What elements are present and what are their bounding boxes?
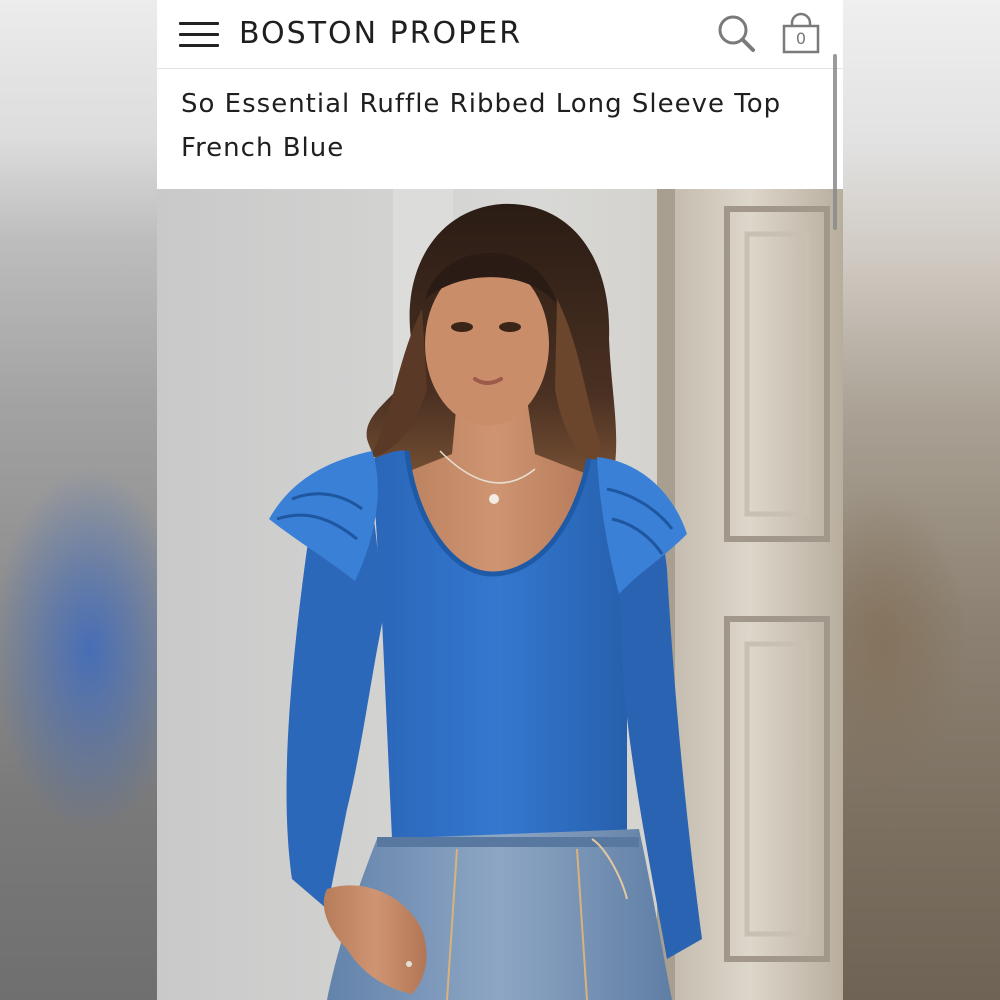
search-icon[interactable]: [715, 12, 759, 56]
cart-count: 0: [795, 29, 807, 48]
product-color-name: French Blue: [181, 133, 345, 163]
site-header: BOSTON PROPER 0: [157, 0, 843, 69]
product-heading: So Essential Ruffle Ribbed Long Sleeve T…: [157, 69, 843, 189]
product-title: So Essential Ruffle Ribbed Long Sleeve T…: [181, 89, 782, 119]
backdrop-right: [843, 0, 1000, 1000]
brand-logo[interactable]: BOSTON PROPER: [239, 16, 522, 51]
mobile-page: BOSTON PROPER 0 So Essential Ruffle Ribb…: [157, 0, 843, 1000]
shopping-bag-icon[interactable]: 0: [779, 12, 823, 56]
scrollbar[interactable]: [833, 54, 837, 230]
product-photo[interactable]: [157, 189, 843, 1000]
model-wearing-blue-ruffle-top: [157, 189, 843, 1000]
backdrop-left: [0, 0, 157, 1000]
hamburger-menu-icon[interactable]: [179, 20, 221, 50]
